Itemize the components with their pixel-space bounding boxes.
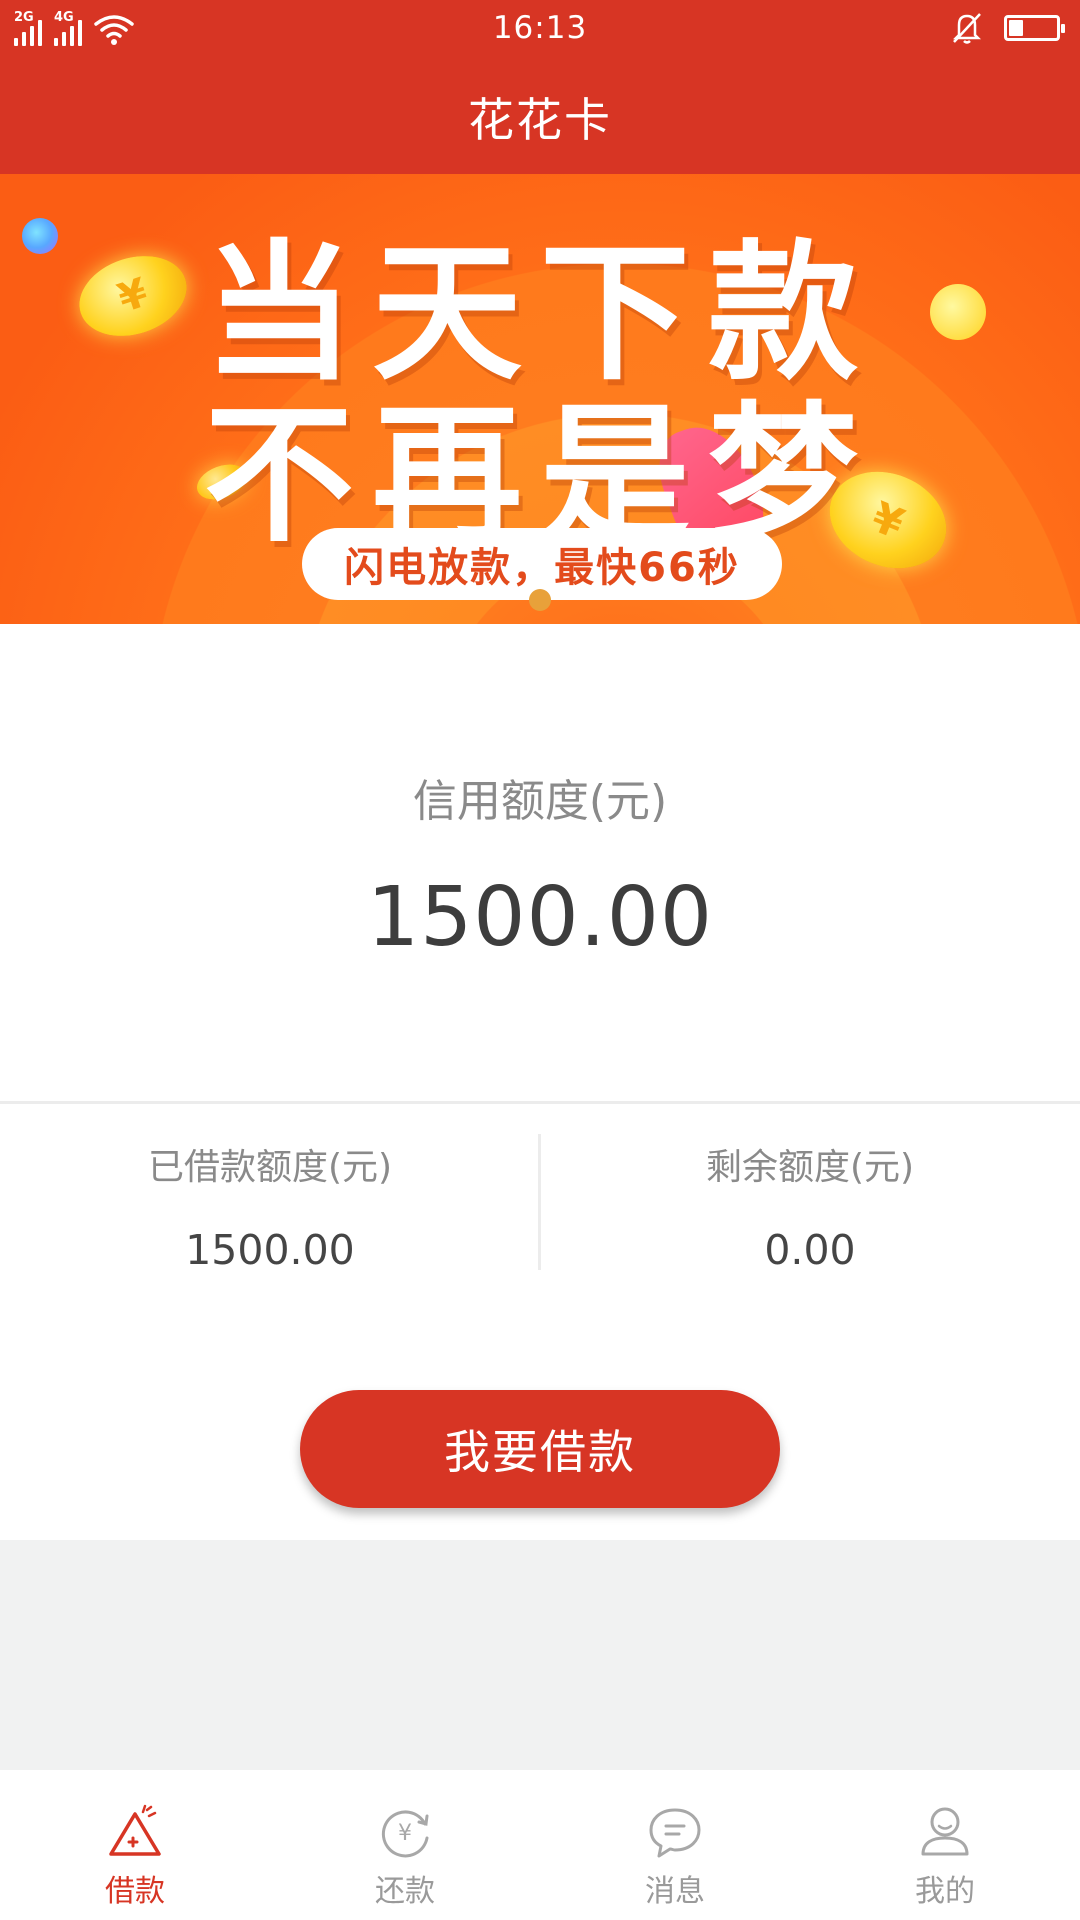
borrowed-amount-value: 1500.00: [185, 1226, 355, 1274]
battery-icon: [1004, 15, 1065, 41]
repay-icon: ¥: [381, 1810, 429, 1858]
status-bar: 2G 4G 16:13: [0, 0, 1080, 60]
borrowed-amount-label: 已借款额度(元): [147, 1147, 393, 1188]
tab-loan[interactable]: 借款: [0, 1770, 270, 1920]
clock: 16:13: [492, 10, 588, 46]
svg-text:¥: ¥: [398, 1821, 412, 1846]
loan-icon: [109, 1804, 161, 1856]
empty-area: [0, 1540, 1080, 1770]
remaining-amount-label: 剩余额度(元): [705, 1147, 915, 1188]
tab-profile[interactable]: 我的: [810, 1770, 1080, 1920]
divider: [0, 1101, 1080, 1104]
bottom-tab-bar: 借款 ¥ 还款 消息 我的: [0, 1770, 1080, 1920]
promo-banner[interactable]: ¥ ¥ 当天下款 不再是梦 闪电放款，最快66秒: [0, 174, 1080, 624]
tab-messages[interactable]: 消息: [540, 1770, 810, 1920]
carousel-indicator: [529, 589, 551, 611]
bell-muted-icon: [952, 13, 982, 44]
credit-limit-value: 1500.00: [366, 870, 714, 965]
credit-limit-label: 信用额度(元): [412, 776, 668, 827]
borrowed-amount-block: 已借款额度(元) 1500.00: [0, 1138, 540, 1274]
message-icon: [649, 1808, 701, 1858]
remaining-amount-block: 剩余额度(元) 0.00: [540, 1138, 1080, 1274]
tab-label: 消息: [645, 1874, 705, 1909]
app-header: 花花卡: [0, 60, 1080, 174]
tab-label: 我的: [915, 1874, 975, 1909]
tab-label: 还款: [375, 1874, 435, 1909]
page-title: 花花卡: [468, 93, 612, 147]
borrow-button[interactable]: 我要借款: [300, 1390, 780, 1508]
battery-level: [1009, 20, 1023, 36]
profile-icon: [921, 1807, 969, 1856]
tab-label: 借款: [105, 1874, 165, 1909]
tab-repay[interactable]: ¥ 还款: [270, 1770, 540, 1920]
remaining-amount-value: 0.00: [764, 1226, 856, 1274]
